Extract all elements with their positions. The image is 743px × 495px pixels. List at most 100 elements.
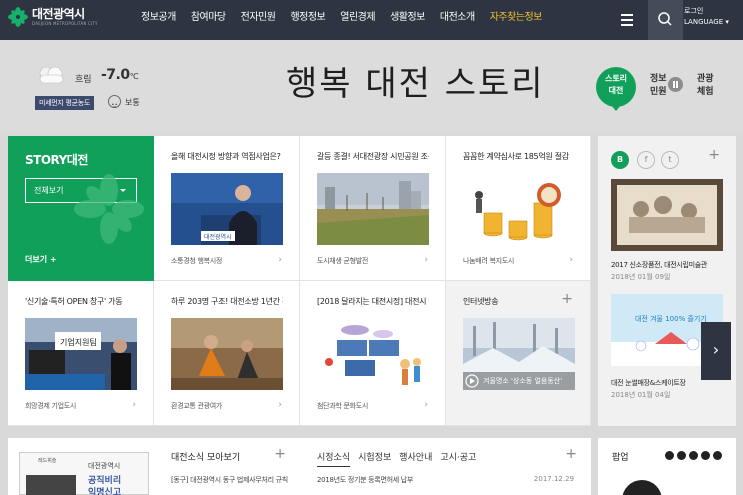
nav-item-admin-info[interactable]: 행정정보 bbox=[290, 0, 325, 40]
tab-exam-info[interactable]: 시험정보 bbox=[358, 450, 391, 467]
popup-panel: 팝업 bbox=[598, 438, 736, 495]
chevron-right-icon: › bbox=[569, 255, 573, 265]
sns-post-date: 2018년 01월 09일 bbox=[611, 273, 671, 281]
list-icon[interactable] bbox=[713, 451, 722, 460]
more-link[interactable]: 더보기 + bbox=[25, 254, 57, 265]
logo-subtitle: DAEJEON METROPOLITAN CITY bbox=[32, 20, 98, 26]
sns-post-title[interactable]: 2017 신소장품전, 대전시립미술관 bbox=[611, 260, 723, 270]
card-title: 인터넷방송 bbox=[463, 297, 499, 306]
chevron-right-icon: › bbox=[278, 400, 282, 410]
story-daejeon-button[interactable]: 스토리 대전 bbox=[596, 67, 636, 111]
notice-item[interactable]: 2018년도 정기분 등록면허세 납부 bbox=[317, 475, 413, 485]
nav-item-living[interactable]: 생활정보 bbox=[390, 0, 425, 40]
notice-tabs: 시정소식 시험정보 행사안내 고시·공고 bbox=[317, 450, 484, 467]
card-title: [2018 달라지는 대전시정] 대전시 행정 bbox=[317, 297, 429, 306]
next-arrow-button[interactable]: › bbox=[701, 322, 731, 380]
chevron-right-icon: › bbox=[278, 255, 282, 265]
facebook-icon[interactable]: f bbox=[637, 151, 655, 169]
story-title: STORY대전 bbox=[25, 153, 88, 167]
card-category: 나눔배려 복지도시 bbox=[463, 257, 515, 265]
banner-small-text: 레드휘슬 bbox=[38, 458, 57, 464]
nav-item-faq[interactable]: 자주찾는정보 bbox=[490, 0, 543, 40]
dust-label: 미세먼지 평균농도 bbox=[35, 96, 95, 110]
card-category: 도시재생 균형발전 bbox=[317, 257, 369, 265]
play-icon[interactable] bbox=[677, 451, 686, 460]
twitter-icon[interactable]: t bbox=[661, 151, 679, 169]
sns-panel: B f t + 2017 신소장품전, 대전시립미술관 2018년 01월 09… bbox=[598, 136, 736, 426]
top-header: 대전광역시 DAEJEON METROPOLITAN CITY 정보공개 참여마… bbox=[0, 0, 743, 40]
video-caption: 겨울명소 '상소동 얼음동산' bbox=[483, 377, 563, 385]
nav-item-economy[interactable]: 열린경제 bbox=[340, 0, 375, 40]
card-image bbox=[171, 318, 283, 390]
dust-level: 보통 bbox=[125, 98, 140, 107]
chevron-right-icon: › bbox=[132, 400, 136, 410]
prev-icon[interactable] bbox=[665, 451, 674, 460]
chevron-right-icon: › bbox=[424, 255, 428, 265]
story-card[interactable]: 갈등 종결! 서대전광장 시민공원 조성 도시재생 균형발전 › bbox=[300, 136, 446, 281]
nav-item-about[interactable]: 대전소개 bbox=[440, 0, 475, 40]
slogan: 행복 대전 스토리 bbox=[286, 64, 545, 104]
story-card[interactable]: 하루 203명 구조! 대전소방 1년간 활약 환경교통 관광여가 › bbox=[154, 281, 300, 426]
card-title: 꼼꼼한 계약심사로 185억원 절감 bbox=[463, 152, 569, 161]
pause-icon[interactable] bbox=[701, 451, 710, 460]
svg-text:기업지원팀: 기업지원팀 bbox=[60, 337, 97, 347]
chevron-right-icon: › bbox=[424, 400, 428, 410]
card-title: 갈등 종결! 서대전광장 시민공원 조성 bbox=[317, 152, 429, 161]
card-category: 환경교통 관광여가 bbox=[171, 402, 223, 410]
card-category: 소통경청 행복시정 bbox=[171, 257, 223, 265]
tab-events[interactable]: 행사안내 bbox=[399, 450, 432, 467]
weather-status: 흐림 bbox=[75, 75, 92, 85]
site-logo[interactable]: 대전광역시 DAEJEON METROPOLITAN CITY bbox=[8, 7, 98, 27]
story-card[interactable]: [2018 달라지는 대전시정] 대전시 행정 첨단과학 문화도시 › bbox=[300, 281, 446, 426]
card-image bbox=[317, 318, 429, 390]
news-panel: 대전소식 모아보기 + [동구] 대전광역시 동구 법제사무처리 규칙 bbox=[154, 438, 300, 495]
language-selector[interactable]: LANGUAGE ▾ bbox=[684, 16, 743, 28]
card-category: 희망경제 기업도시 bbox=[25, 402, 77, 410]
nav-item-participation[interactable]: 참여마당 bbox=[191, 0, 226, 40]
card-image: 기업지원팀 bbox=[25, 318, 137, 390]
card-image bbox=[317, 173, 429, 245]
logo-title: 대전광역시 bbox=[32, 6, 85, 21]
banner-org: 대전광역시 bbox=[88, 462, 121, 470]
card-image: 대전광역시 bbox=[171, 173, 283, 245]
plus-icon[interactable]: + bbox=[708, 147, 720, 163]
story-card[interactable]: '신기술·특허 OPEN 창구' 가동 기업지원팀 희망경제 기업도시 › bbox=[8, 281, 154, 426]
info-civil-link[interactable]: 정보 민원 bbox=[650, 73, 667, 99]
main-nav: 정보공개 참여마당 전자민원 행정정보 열린경제 생활정보 대전소개 자주찾는정… bbox=[141, 0, 557, 40]
keyboard-icon bbox=[26, 475, 76, 495]
sns-post-image[interactable] bbox=[611, 179, 723, 251]
login-link[interactable]: 로그인 bbox=[684, 7, 743, 16]
card-title: '신기술·특허 OPEN 창구' 가동 bbox=[25, 297, 123, 306]
temperature: -7.0℃ bbox=[101, 67, 139, 83]
report-banner[interactable]: 레드휘슬 대전광역시 공직비리 익명신고 bbox=[19, 452, 149, 495]
menu-icon[interactable] bbox=[610, 0, 646, 40]
card-title: 하루 203명 구조! 대전소방 1년간 활약 bbox=[171, 297, 283, 306]
svg-text:대전광역시: 대전광역시 bbox=[204, 233, 232, 241]
video-thumbnail[interactable]: 겨울명소 '상소동 얼음동산' bbox=[463, 318, 575, 390]
blog-icon[interactable]: B bbox=[611, 151, 629, 169]
tour-link[interactable]: 관광 체험 bbox=[697, 73, 714, 99]
nav-item-info-disclosure[interactable]: 정보공개 bbox=[141, 0, 176, 40]
card-title: 올해 대전시정 방향과 역점사업은? bbox=[171, 152, 281, 161]
news-title: 대전소식 모아보기 bbox=[171, 453, 241, 463]
popup-image[interactable] bbox=[622, 480, 662, 495]
notice-panel: 시정소식 시험정보 행사안내 고시·공고 + 2018년도 정기분 등록면허세 … bbox=[300, 438, 591, 495]
search-icon[interactable] bbox=[648, 0, 683, 40]
card-category: 첨단과학 문화도시 bbox=[317, 402, 369, 410]
news-item[interactable]: [동구] 대전광역시 동구 법제사무처리 규칙 bbox=[171, 475, 289, 485]
pause-icon[interactable] bbox=[668, 77, 683, 92]
story-panel: STORY대전 전체보기 더보기 + bbox=[8, 136, 154, 281]
tab-notices[interactable]: 고시·공고 bbox=[440, 450, 476, 467]
nav-item-e-civil[interactable]: 전자민원 bbox=[241, 0, 276, 40]
next-icon[interactable] bbox=[689, 451, 698, 460]
story-card[interactable]: 꼼꼼한 계약심사로 185억원 절감 나눔배려 복지도시 › bbox=[446, 136, 591, 281]
story-band: 흐림 -7.0℃ 미세먼지 평균농도 보통 행복 대전 스토리 스토리 대전 정… bbox=[0, 40, 743, 135]
plus-icon[interactable]: + bbox=[274, 446, 286, 462]
plus-icon[interactable]: + bbox=[561, 291, 573, 307]
internet-broadcast-card[interactable]: 인터넷방송 + 겨울명소 '상소동 얼음동산' bbox=[446, 281, 591, 426]
story-card[interactable]: 올해 대전시정 방향과 역점사업은? 대전광역시 소통경청 행복시정 › bbox=[154, 136, 300, 281]
tab-city-news[interactable]: 시정소식 bbox=[317, 450, 351, 467]
popup-title: 팝업 bbox=[612, 453, 629, 463]
sns-post-date: 2018년 01월 04일 bbox=[611, 391, 671, 399]
plus-icon[interactable]: + bbox=[565, 446, 577, 462]
